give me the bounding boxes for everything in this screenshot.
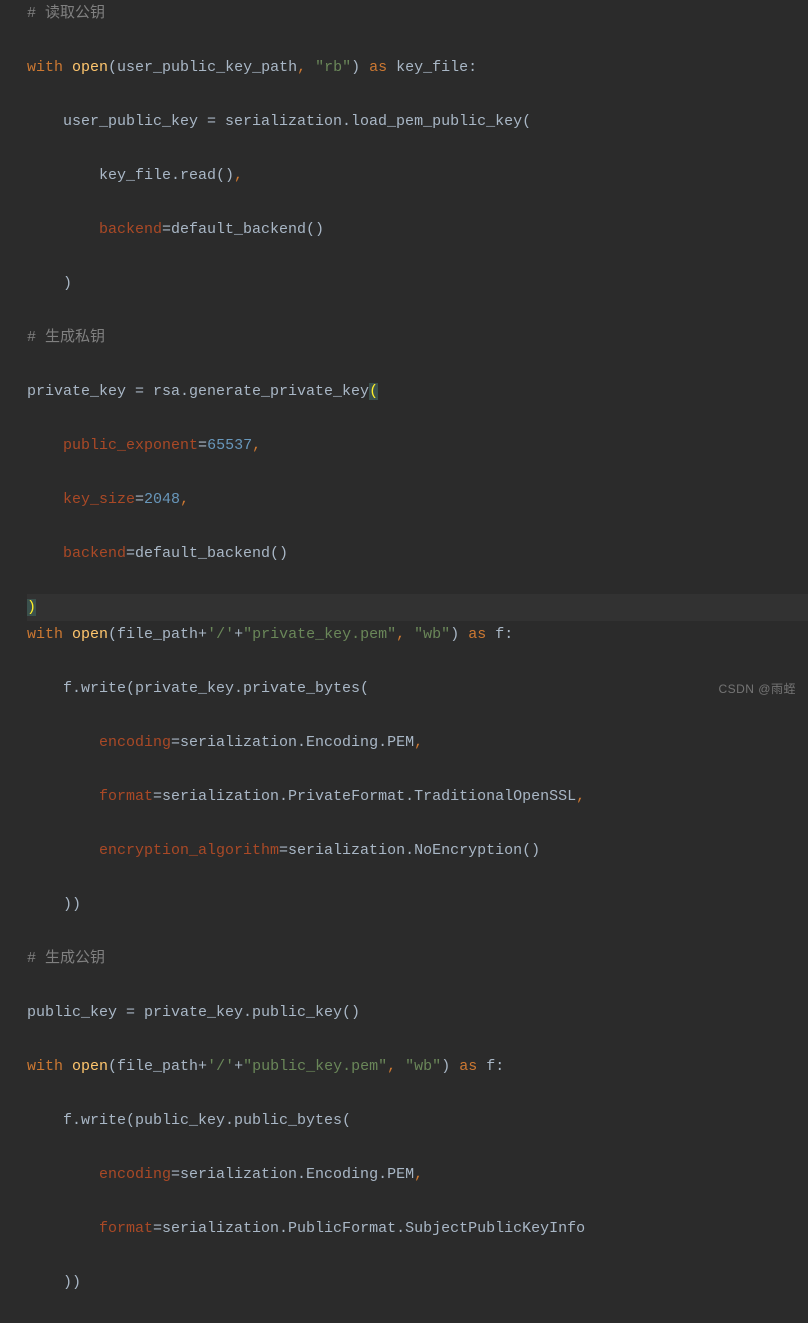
code-line: backend=default_backend() [27, 540, 808, 567]
code-line: encryption_algorithm=serialization.NoEnc… [27, 837, 808, 864]
matched-paren: ) [27, 599, 36, 616]
keyword-as: as [459, 1058, 477, 1075]
keyword-as: as [468, 626, 486, 643]
kwarg-encryption-algorithm: encryption_algorithm [99, 842, 279, 859]
string: "private_key.pem" [243, 626, 396, 643]
watermark: CSDN @雨蛭 [718, 682, 796, 696]
code-line: # 生成公钥 [27, 945, 808, 972]
keyword-with: with [27, 59, 63, 76]
string: "wb" [405, 1058, 441, 1075]
func-open: open [72, 59, 108, 76]
number: 65537 [207, 437, 252, 454]
string: '/' [207, 1058, 234, 1075]
kwarg-encoding: encoding [99, 1166, 171, 1183]
keyword-as: as [369, 59, 387, 76]
code-line: f.write(public_key.public_bytes( [27, 1107, 808, 1134]
code-line: user_public_key = serialization.load_pem… [27, 108, 808, 135]
string: "public_key.pem" [243, 1058, 387, 1075]
kwarg-format: format [99, 1220, 153, 1237]
code-line: encoding=serialization.Encoding.PEM, [27, 729, 808, 756]
code-line: with open(user_public_key_path, "rb") as… [27, 54, 808, 81]
keyword-with: with [27, 1058, 63, 1075]
code-line: encoding=serialization.Encoding.PEM, [27, 1161, 808, 1188]
kwarg-public-exponent: public_exponent [63, 437, 198, 454]
code-line: # 生成私钥 [27, 324, 808, 351]
code-line: private_key = rsa.generate_private_key( [27, 378, 808, 405]
string: "rb" [315, 59, 351, 76]
code-line: format=serialization.PublicFormat.Subjec… [27, 1215, 808, 1242]
code-editor[interactable]: # 读取公钥 with open(user_public_key_path, "… [0, 0, 808, 1323]
code-line: format=serialization.PrivateFormat.Tradi… [27, 783, 808, 810]
func-open: open [72, 626, 108, 643]
func-open: open [72, 1058, 108, 1075]
code-line: ) [27, 270, 808, 297]
code-line: # 读取公钥 [27, 0, 808, 27]
comment: # 读取公钥 [27, 5, 105, 22]
code-line: public_exponent=65537, [27, 432, 808, 459]
number: 2048 [144, 491, 180, 508]
kwarg-backend: backend [99, 221, 162, 238]
code-line: )) [27, 1269, 808, 1296]
comment: # 生成私钥 [27, 329, 105, 346]
string: '/' [207, 626, 234, 643]
matched-paren: ( [369, 383, 378, 400]
code-line: with open(file_path+'/'+"private_key.pem… [27, 621, 808, 648]
code-line: key_size=2048, [27, 486, 808, 513]
code-line: key_file.read(), [27, 162, 808, 189]
kwarg-backend: backend [63, 545, 126, 562]
code-line: )) [27, 891, 808, 918]
keyword-with: with [27, 626, 63, 643]
code-line: with open(file_path+'/'+"public_key.pem"… [27, 1053, 808, 1080]
kwarg-key-size: key_size [63, 491, 135, 508]
comment: # 生成公钥 [27, 950, 105, 967]
code-line: public_key = private_key.public_key() [27, 999, 808, 1026]
current-line: ) [27, 594, 808, 621]
kwarg-encoding: encoding [99, 734, 171, 751]
kwarg-format: format [99, 788, 153, 805]
code-line: backend=default_backend() [27, 216, 808, 243]
code-line: f.write(private_key.private_bytes( [27, 675, 808, 702]
string: "wb" [414, 626, 450, 643]
